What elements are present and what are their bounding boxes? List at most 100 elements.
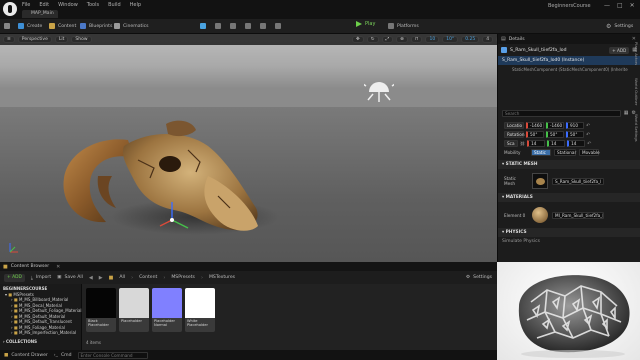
menu-window[interactable]: Window — [58, 2, 78, 8]
add-asset-button[interactable]: + ADD — [4, 273, 25, 282]
menu-tools[interactable]: Tools — [87, 2, 99, 8]
blueprints-button[interactable]: Blueprints — [80, 23, 112, 29]
location-label[interactable]: Locatio — [504, 122, 524, 129]
close-icon[interactable]: ✕ — [630, 2, 635, 9]
level-viewport[interactable]: ≡ Perspective Lit Show ✥ ↻ ⤢ ⊕ ⊓ 10 10° … — [0, 34, 497, 262]
save-level-button[interactable] — [4, 23, 10, 29]
rotation-x[interactable]: 50° — [526, 131, 544, 138]
add-component-button[interactable]: + ADD — [609, 46, 630, 54]
static-mesh-section[interactable]: ▾ STATIC MESH — [498, 160, 640, 169]
location-z[interactable]: 910 — [566, 122, 584, 129]
directional-light-icon[interactable] — [364, 74, 394, 104]
modeling-icon[interactable] — [260, 23, 266, 29]
rotate-mode-icon[interactable]: ↻ — [366, 36, 379, 43]
collections-header[interactable]: › COLLECTIONS — [3, 339, 78, 345]
show-button[interactable]: Show — [71, 36, 92, 43]
component-instance-row[interactable]: S_Ram_Skull_tiief2fa_lod0 (Instance) — [498, 56, 640, 65]
content-button[interactable]: Content — [49, 23, 76, 29]
surface-snap-icon[interactable]: ⊓ — [410, 36, 423, 43]
world-space-icon[interactable]: ⊕ — [396, 36, 408, 43]
location-x[interactable]: -1460 — [526, 122, 544, 129]
platforms-button[interactable]: Platforms — [388, 23, 419, 29]
rotation-snap-value[interactable]: 10° — [442, 36, 459, 43]
grid-snap-value[interactable]: 10 — [425, 36, 440, 43]
asset-tile-black-placeholder[interactable]: Black Placeholder — [86, 288, 116, 332]
static-mesh-dropdown[interactable]: S_Ram_Skull_tiief2fa_l — [552, 177, 604, 185]
menu-build[interactable]: Build — [108, 2, 121, 8]
lit-button[interactable]: Lit — [54, 36, 69, 43]
location-y[interactable]: -1460 — [546, 122, 564, 129]
world-settings-side-tab[interactable]: World Settings — [629, 114, 639, 142]
create-button[interactable]: Create — [18, 23, 42, 29]
place-actors-side-tab[interactable]: Place Actors — [629, 42, 639, 65]
mobility-static[interactable]: Static — [531, 149, 551, 156]
breadcrumb-mspresets[interactable]: MSPresets — [171, 275, 195, 280]
scale-x[interactable]: 14 — [527, 140, 546, 147]
import-button[interactable]: ⤓ Import — [31, 275, 51, 281]
minimize-icon[interactable]: — — [604, 2, 610, 9]
scale-mode-icon[interactable]: ⤢ — [381, 36, 394, 43]
menu-file[interactable]: File — [22, 2, 30, 8]
skull-thumb-icon — [536, 178, 545, 185]
asset-tile-placeholder-normal[interactable]: Placeholder Normal — [152, 288, 182, 332]
details-search-input[interactable]: Search — [502, 109, 621, 117]
material-dropdown[interactable]: MI_Ram_Skull_tiief2fa_l — [552, 211, 604, 219]
scale-label[interactable]: Sca — [504, 140, 518, 147]
mobility-movable[interactable]: Movable — [579, 149, 600, 156]
menu-edit[interactable]: Edit — [39, 2, 49, 8]
breadcrumb-content[interactable]: Content — [139, 275, 157, 280]
scale-y[interactable]: 14 — [547, 140, 566, 147]
camera-speed-value[interactable]: 4 — [482, 36, 494, 43]
console-command-input[interactable]: Enter Console Command — [77, 351, 148, 359]
material-thumbnail[interactable] — [532, 207, 548, 223]
content-browser-tab[interactable]: Content Browser — [11, 264, 49, 269]
content-settings-button[interactable]: ⚙ Settings — [466, 275, 492, 280]
maximize-icon[interactable]: □ — [617, 2, 623, 9]
tree-item[interactable]: › ■ M_MS_Imperfection_Material — [3, 330, 78, 336]
content-drawer-button[interactable]: ■ Content Drawer — [4, 353, 48, 358]
select-icon[interactable] — [200, 23, 206, 29]
materials-section[interactable]: ▾ MATERIALS — [498, 193, 640, 202]
actor-name[interactable]: S_Ram_Skull_tiief2fa_lod — [510, 48, 567, 53]
close-tab-icon[interactable]: ✕ — [56, 264, 60, 270]
level-tab[interactable]: MAP_Main — [22, 10, 58, 18]
scale-snap-value[interactable]: 0.25 — [461, 36, 480, 43]
rotation-label[interactable]: Rotation — [504, 131, 525, 138]
rotation-y[interactable]: 50° — [546, 131, 564, 138]
world-outliner-side-tab[interactable]: World Outliner — [629, 78, 639, 105]
breadcrumb-all[interactable]: All — [119, 275, 125, 280]
ram-skull-mesh[interactable] — [58, 116, 268, 246]
back-icon[interactable]: ◀ — [89, 275, 93, 281]
reset-scale-icon[interactable]: ↶ — [587, 141, 591, 147]
cinematics-button[interactable]: Cinematics — [114, 23, 149, 29]
grid-view-icon[interactable]: ▦ — [624, 110, 629, 116]
fracture-icon[interactable] — [275, 23, 281, 29]
foliage-icon[interactable] — [230, 23, 236, 29]
static-mesh-thumbnail[interactable] — [532, 173, 548, 189]
physics-section[interactable]: ▾ PHYSICS — [498, 228, 640, 237]
component-sub-row[interactable]: StaticMeshComponent (StaticMeshComponent… — [498, 65, 640, 74]
simulate-physics-row[interactable]: Simulate Physics — [498, 237, 640, 246]
menu-help[interactable]: Help — [130, 2, 141, 8]
breadcrumb-mstextures[interactable]: MSTextures — [209, 275, 235, 280]
settings-button[interactable]: ⚙ Settings — [606, 23, 633, 30]
play-button[interactable]: Play — [356, 21, 375, 27]
forward-icon[interactable]: ▶ — [99, 275, 103, 281]
scale-z[interactable]: 14 — [567, 140, 586, 147]
translate-mode-icon[interactable]: ✥ — [352, 36, 364, 43]
save-all-button[interactable]: ▣ Save All — [57, 275, 83, 280]
viewport-menu-button[interactable]: ≡ — [3, 36, 15, 43]
perspective-button[interactable]: Perspective — [17, 36, 52, 43]
asset-tile-white-placeholder[interactable]: White Placeholder — [185, 288, 215, 332]
reset-rotation-icon[interactable]: ↶ — [586, 132, 590, 138]
details-tab[interactable]: ▤ Details ✕ — [498, 34, 640, 44]
reset-location-icon[interactable]: ↶ — [586, 123, 590, 129]
mesh-paint-icon[interactable] — [245, 23, 251, 29]
cmd-button[interactable]: ›_ Cmd — [54, 353, 72, 358]
mobility-stationary[interactable]: Stationar — [554, 149, 576, 156]
landscape-icon[interactable] — [215, 23, 221, 29]
unreal-logo-icon[interactable] — [3, 2, 17, 16]
lock-scale-icon[interactable]: ⛓ — [520, 141, 525, 146]
asset-tile-placeholder[interactable]: Placeholder — [119, 288, 149, 332]
rotation-z[interactable]: 50° — [566, 131, 584, 138]
